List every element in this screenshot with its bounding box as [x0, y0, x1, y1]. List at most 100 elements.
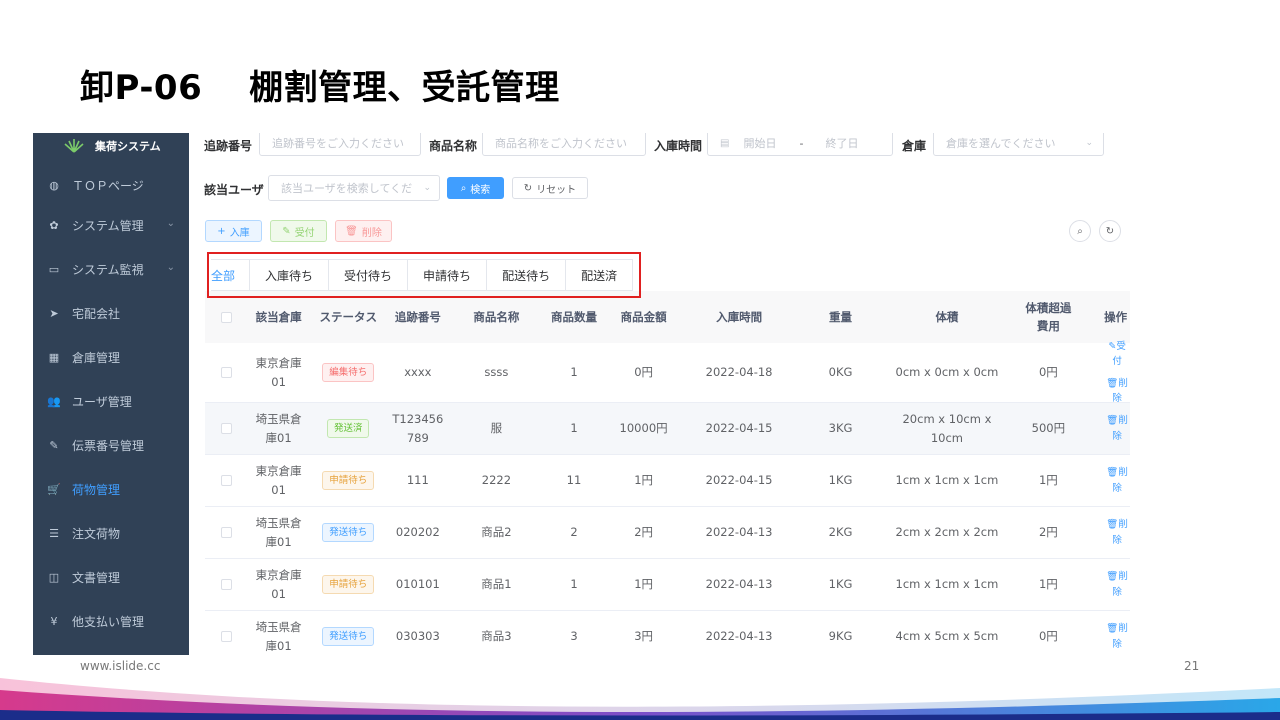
date-range-input[interactable]: ▤ 開始日 - 終了日 [707, 133, 893, 156]
sidebar-item-8[interactable]: ☰ 注文荷物 [33, 511, 189, 555]
row-checkbox[interactable] [221, 367, 233, 378]
reset-button-label: リセット [536, 184, 577, 196]
row-checkbox[interactable] [221, 579, 233, 590]
delete-button[interactable]: 🗑 削除 [335, 220, 392, 242]
cell-warehouse: 埼玉県倉 庫01 [255, 412, 302, 445]
delete-button-label: 削除 [361, 227, 382, 239]
search-button[interactable]: ⌕ 検索 [447, 177, 504, 199]
cell-volume: 0cm x 0cm x 0cm [895, 365, 999, 380]
row-checkbox-cell [205, 631, 249, 642]
book-icon: ◫ [48, 570, 60, 584]
cell-amount: 1円 [634, 577, 654, 592]
sidebar-item-2[interactable]: ▭ システム監視 ⌄ [33, 247, 189, 291]
status-cell: 発送待ち [308, 626, 388, 647]
status-cell: 発送待ち [308, 522, 388, 543]
refresh-icon[interactable]: ↻ [1099, 220, 1121, 242]
cell-extra: 2円 [1038, 525, 1058, 540]
table-row[interactable]: 埼玉県倉 庫01 発送待ち 030303 商品3 3 3円 2022-04-13 9KG 4cm… [205, 611, 1130, 655]
search-toggle-icon[interactable]: ⌕ [1069, 220, 1091, 242]
row-checkbox[interactable] [221, 475, 233, 486]
cell-extra: 0円 [1038, 365, 1058, 380]
sidebar-item-10[interactable]: ¥ 他支払い管理 [33, 599, 189, 643]
add-button[interactable]: + 入庫 [205, 220, 262, 242]
sidebar-brand: 集荷システム [33, 133, 189, 159]
sidebar-item-7[interactable]: 🛒 荷物管理 [33, 467, 189, 511]
search-button-label: 検索 [470, 184, 491, 196]
status-cell: 発送済 [308, 418, 388, 439]
sidebar-item-0[interactable]: ◍ ＴＯＰページ [33, 167, 189, 203]
cell-qty: 1 [570, 421, 578, 436]
sidebar-item-label: ＴＯＰページ [72, 178, 144, 193]
row-checkbox[interactable] [221, 631, 233, 642]
row-delete-link[interactable]: 🗑削除 [1104, 621, 1130, 651]
table-row[interactable]: 東京倉庫 01 編集待ち xxxx ssss 1 0円 2022-04-18 0KG 0cm x… [205, 341, 1130, 406]
refresh-icon: ↻ [523, 182, 533, 194]
cell-amount: 0円 [634, 365, 654, 380]
table-row[interactable]: 東京倉庫 01 申請待ち 111 2222 11 1円 2022-04-15 1KG 1cm x… [205, 455, 1130, 507]
warehouse-select[interactable]: 倉庫を選んでください ⌄ [933, 133, 1104, 156]
tracking-input[interactable]: 追跡番号をご入力ください [259, 133, 421, 156]
row-delete-link[interactable]: 🗑削除 [1104, 465, 1130, 495]
cell-tracking: T123456 789 [392, 412, 444, 445]
user-label: 該当ユーザ [204, 183, 264, 197]
cell-volume: 1cm x 1cm x 1cm [895, 473, 999, 488]
table-row[interactable]: 埼玉県倉 庫01 発送済 T123456 789 服 1 10000円 2022-04-15… [205, 403, 1130, 455]
row-delete-link[interactable]: 🗑削除 [1104, 376, 1130, 406]
sidebar-item-3[interactable]: ➤ 宅配会社 [33, 291, 189, 335]
row-receive-link[interactable]: ✎受付 [1104, 339, 1130, 369]
status-cell: 申請待ち [308, 574, 388, 595]
row-checkbox[interactable] [221, 423, 233, 434]
cell-amount: 10000円 [619, 421, 668, 436]
table-row[interactable]: 東京倉庫 01 申請待ち 010101 商品1 1 1円 2022-04-13 1KG 1cm … [205, 559, 1130, 611]
row-delete-link[interactable]: 🗑削除 [1104, 413, 1130, 443]
trash-icon: 🗑 [1106, 377, 1119, 389]
sidebar-item-5[interactable]: 👥 ユーザ管理 [33, 379, 189, 423]
actions-cell: 🗑削除 [1090, 465, 1130, 495]
slide-title: 卸P-06 棚割管理、受託管理 [80, 68, 560, 108]
table-row[interactable]: 埼玉県倉 庫01 発送待ち 020202 商品2 2 2円 2022-04-13 2KG 2cm… [205, 507, 1130, 559]
cell-qty: 1 [570, 577, 578, 592]
cell-warehouse: 埼玉県倉 庫01 [255, 516, 302, 549]
sidebar-item-9[interactable]: ◫ 文書管理 [33, 555, 189, 599]
trash-icon: 🗑 [345, 225, 358, 237]
trash-icon: 🗑 [1106, 571, 1119, 583]
row-checkbox[interactable] [221, 527, 233, 538]
sidebar-item-label: システム管理 [72, 218, 144, 233]
receive-button[interactable]: ✎ 受付 [270, 220, 327, 242]
select-all-checkbox[interactable] [221, 311, 233, 323]
column-header: 操作 [1104, 309, 1128, 324]
sidebar-item-4[interactable]: ▦ 倉庫管理 [33, 335, 189, 379]
cell-warehouse: 東京倉庫 01 [255, 568, 302, 601]
sidebar-item-label: 注文荷物 [72, 526, 121, 541]
status-badge: 発送待ち [322, 522, 375, 543]
cell-volume: 2cm x 2cm x 2cm [895, 525, 999, 540]
cell-extra: 1円 [1038, 473, 1058, 488]
user-select[interactable]: 該当ユーザを検索してくだ ⌄ [268, 175, 440, 201]
cell-weight: 2KG [828, 525, 853, 540]
row-delete-link[interactable]: 🗑削除 [1104, 569, 1130, 599]
status-badge: 発送済 [326, 418, 370, 439]
column-header: 商品名称 [473, 309, 520, 324]
app-window: 集荷システム ◍ ＴＯＰページ ✿ システム管理 ⌄ ▭ システム監視 ⌄ ➤ 宅配会社 ▦ 倉庫管理… [33, 133, 1130, 655]
cell-product: 2222 [481, 473, 512, 488]
sidebar-menu: ◍ ＴＯＰページ ✿ システム管理 ⌄ ▭ システム監視 ⌄ ➤ 宅配会社 ▦ 倉庫管理 👥 ユーザ管理 ✎… [33, 167, 189, 643]
search-icon: ⌕ [460, 182, 467, 194]
main-content: 追跡番号 追跡番号をご入力ください 商品名称 商品名称をご入力ください 入庫時間… [189, 133, 1130, 655]
cell-product: 商品1 [481, 577, 512, 592]
row-checkbox-cell [205, 367, 249, 378]
sidebar-item-6[interactable]: ✎ 伝票番号管理 [33, 423, 189, 467]
highlight-box [207, 252, 641, 298]
column-header: 商品数量 [550, 309, 597, 324]
list-icon: ☰ [49, 526, 59, 540]
row-checkbox-cell [205, 579, 249, 590]
reset-button[interactable]: ↻ リセット [512, 177, 588, 199]
cell-weight: 1KG [828, 473, 853, 488]
sidebar-item-1[interactable]: ✿ システム管理 ⌄ [33, 203, 189, 247]
column-header: 追跡番号 [394, 309, 441, 324]
cell-tracking: 111 [406, 473, 429, 488]
row-delete-link[interactable]: 🗑削除 [1104, 517, 1130, 547]
cell-product: ssss [484, 365, 509, 380]
product-input[interactable]: 商品名称をご入力ください [482, 133, 646, 156]
date-label: 入庫時間 [654, 139, 703, 153]
cell-amount: 3円 [634, 629, 654, 644]
